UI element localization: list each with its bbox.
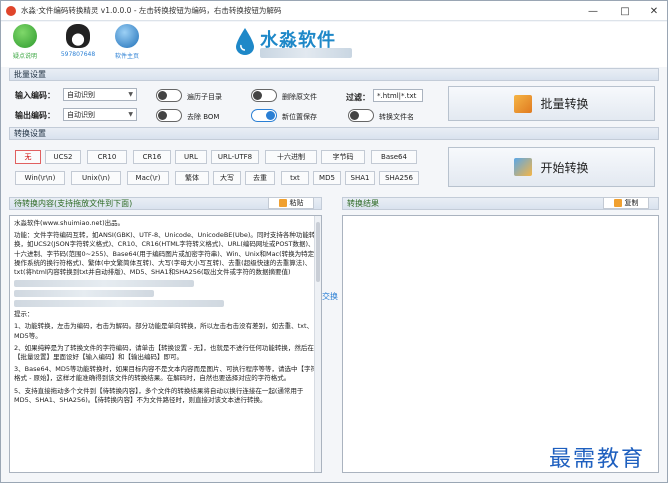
- watermark: 最需教育: [549, 447, 646, 472]
- toggle-delete-original[interactable]: [251, 89, 277, 102]
- start-convert-icon: [514, 158, 533, 176]
- option-base64[interactable]: Base64: [371, 150, 417, 164]
- option-url[interactable]: URL: [175, 150, 207, 164]
- convert-section-header: 转换设置: [9, 127, 659, 140]
- toggle-convert-filename[interactable]: [348, 109, 374, 122]
- input-text-line: 功能：文件字符编码互转，如ANSI(GBK)、UTF-8、Unicode、Uni…: [14, 231, 316, 277]
- option-url-utf8[interactable]: URL-UTF8: [211, 150, 259, 164]
- title-bar: 水淼·文件编码转换精灵 v1.0.0.0 - 左击转换按钮为编码，右击转换按钮为…: [1, 1, 667, 21]
- option-hex[interactable]: 十六进制: [265, 150, 317, 164]
- help-button[interactable]: 疑点说明: [3, 24, 47, 60]
- option-txt[interactable]: txt: [281, 171, 309, 185]
- blurred-text: [14, 300, 224, 308]
- qq-button[interactable]: 597807648: [56, 24, 100, 58]
- qq-label: 597807648: [60, 51, 96, 58]
- option-cr16[interactable]: CR16: [133, 150, 171, 164]
- paste-label: 粘贴: [289, 199, 304, 207]
- homepage-button[interactable]: 软件主页: [105, 24, 149, 60]
- option-sha256[interactable]: SHA256: [379, 171, 419, 185]
- output-encoding-select[interactable]: 自动识别 ▼: [63, 108, 137, 121]
- option-sha1[interactable]: SHA1: [345, 171, 375, 185]
- toggle-save-new-location[interactable]: [251, 109, 277, 122]
- option-md5[interactable]: MD5: [313, 171, 341, 185]
- app-window: 水淼·文件编码转换精灵 v1.0.0.0 - 左击转换按钮为编码，右击转换按钮为…: [0, 0, 668, 483]
- help-label: 疑点说明: [12, 53, 37, 60]
- app-icon: [6, 5, 16, 16]
- window-title: 水淼·文件编码转换精灵 v1.0.0.0 - 左击转换按钮为编码，右击转换按钮为…: [21, 6, 282, 15]
- batch-convert-button[interactable]: 批量转换: [448, 86, 655, 121]
- start-convert-button[interactable]: 开始转换: [448, 147, 655, 187]
- batch-section-header: 批量设置: [9, 68, 659, 81]
- paste-button[interactable]: 粘贴: [268, 197, 314, 209]
- input-textarea[interactable]: 水淼软件(www.shuimiao.net)出品。 功能：文件字符编码互转，如A…: [9, 215, 322, 473]
- batch-convert-icon: [514, 94, 533, 113]
- copy-icon: [613, 199, 622, 207]
- output-textarea[interactable]: [342, 215, 659, 473]
- input-text-line: 1、功能转换，左击为编码，右击为解码。部分功能是单向转换，所以左击右击没有差别，…: [14, 322, 314, 340]
- option-dedupe[interactable]: 去重: [245, 171, 275, 185]
- option-uppercase[interactable]: 大写: [213, 171, 241, 185]
- globe-icon: [115, 24, 139, 48]
- blurred-text: [14, 280, 194, 288]
- option-mac-newline[interactable]: Mac(\r): [127, 171, 169, 185]
- homepage-label: 软件主页: [114, 53, 139, 60]
- option-traditional[interactable]: 繁体: [175, 171, 209, 185]
- output-pane-title: 转换结果: [347, 199, 379, 208]
- help-icon: [13, 24, 37, 48]
- input-encoding-value: 自动识别: [67, 90, 95, 99]
- input-text-line: 提示：: [14, 310, 34, 319]
- scrollbar-thumb[interactable]: [316, 222, 320, 282]
- input-text-line: 2、如果纯粹是为了转换文件的字符编码，请单击【转换设置 - 无】，也就是不进行任…: [14, 343, 314, 362]
- option-none[interactable]: 无: [15, 150, 41, 164]
- input-text-line: 3、Base64、MD5等功能转换时，如果目标内容不是文本内容而是图片、可执行程…: [14, 365, 317, 383]
- batch-convert-label: 批量转换: [540, 97, 589, 111]
- input-text-line: 5、支持直接拖动多个文件到【待转换内容】，多个文件的转换结果将自动以换行连接在一…: [14, 386, 304, 404]
- option-ucs2[interactable]: UCS2: [45, 150, 81, 164]
- filter-input[interactable]: *.html|*.txt: [373, 89, 423, 102]
- blurred-text: [14, 290, 154, 298]
- water-drop-logo-icon: [236, 28, 254, 55]
- minimize-button[interactable]: —: [581, 1, 605, 21]
- option-win-newline[interactable]: Win(\r\n): [15, 171, 65, 185]
- chevron-down-icon: ▼: [128, 111, 133, 118]
- input-encoding-label: 输入编码：: [15, 91, 55, 100]
- option-cr10[interactable]: CR10: [87, 150, 127, 164]
- maximize-button[interactable]: □: [613, 1, 637, 21]
- filter-label: 过滤：: [346, 93, 370, 102]
- copy-label: 复制: [624, 199, 639, 207]
- convert-section-title: 转换设置: [14, 129, 46, 138]
- input-pane-title: 待转换内容(支持拖放文件到下面): [14, 199, 133, 208]
- swap-button[interactable]: 交换: [322, 291, 342, 302]
- output-encoding-label: 输出编码：: [15, 111, 55, 120]
- close-button[interactable]: ✕: [642, 1, 666, 21]
- start-convert-label: 开始转换: [540, 160, 589, 175]
- chevron-down-icon: ▼: [128, 91, 133, 98]
- batch-section-title: 批量设置: [14, 70, 46, 79]
- option-unix-newline[interactable]: Unix(\n): [71, 171, 121, 185]
- qq-penguin-icon: [66, 24, 90, 48]
- brand-subtitle-blurred: [260, 48, 352, 58]
- output-encoding-value: 自动识别: [67, 110, 95, 119]
- input-text-line: 水淼软件(www.shuimiao.net)出品。: [14, 219, 125, 227]
- toggle-remove-bom-label: 去除 BOM: [187, 113, 220, 121]
- copy-button[interactable]: 复制: [603, 197, 649, 209]
- toggle-save-new-location-label: 新位置保存: [282, 113, 317, 121]
- toggle-traverse-subdirs-label: 遍历子目录: [187, 93, 222, 101]
- toggle-remove-bom[interactable]: [156, 109, 182, 122]
- input-encoding-select[interactable]: 自动识别 ▼: [63, 88, 137, 101]
- paste-icon: [278, 199, 287, 207]
- toggle-traverse-subdirs[interactable]: [156, 89, 182, 102]
- option-bytecode[interactable]: 字节码: [321, 150, 365, 164]
- toggle-convert-filename-label: 转换文件名: [379, 113, 414, 121]
- input-scrollbar[interactable]: [314, 216, 321, 472]
- toggle-delete-original-label: 删除原文件: [282, 93, 317, 101]
